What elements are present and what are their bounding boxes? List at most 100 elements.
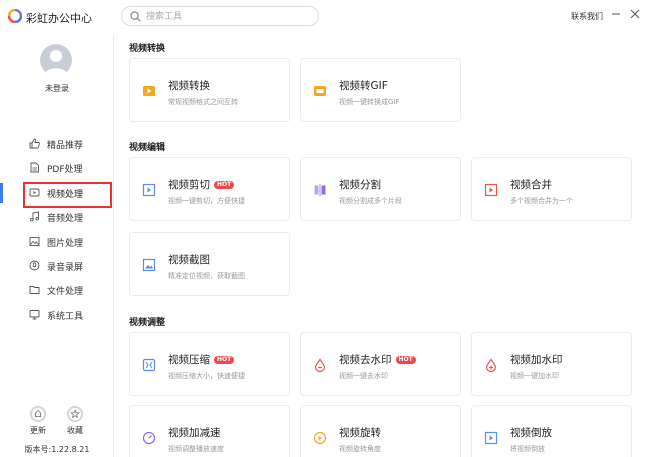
card-desc: 视频旋转角度 — [339, 445, 381, 453]
star-icon — [67, 406, 83, 422]
update-button[interactable]: 更新 — [23, 406, 53, 436]
sidebar-nav: 精品推荐 PDF处理 视频处理 音频处理 图片处理 录音录屏 文件处理 系统工具 — [0, 132, 114, 327]
sidebar-item-label: 图片处理 — [47, 238, 84, 249]
card-desc: 精准定位视频，获取截图 — [168, 272, 245, 280]
favorite-button[interactable]: 收藏 — [60, 406, 90, 436]
rotate-icon — [313, 431, 327, 445]
card-title: 视频去水印 HOT — [339, 352, 416, 367]
sidebar-item-label: 文件处理 — [47, 287, 84, 298]
app-title: 彩虹办公中心 — [26, 12, 92, 25]
gif-icon — [314, 86, 326, 96]
avatar[interactable] — [40, 44, 72, 76]
video-cut-icon — [142, 183, 156, 197]
sidebar-item-label: PDF处理 — [47, 165, 83, 176]
tool-card-video-to-gif[interactable]: 视频转GIF 视频一键转换成GIF — [300, 58, 461, 122]
tool-card-remove-watermark[interactable]: 视频去水印 HOT 视频一键去水印 — [300, 332, 461, 396]
card-title-text: 视频去水印 — [339, 354, 392, 366]
rainbow-logo-icon — [8, 9, 22, 23]
card-title-text: 视频压缩 — [168, 354, 210, 366]
card-desc: 视频一键剪切，方便快捷 — [168, 197, 245, 205]
card-desc: 视频分割成多个片段 — [339, 197, 402, 205]
sidebar-item-system-tools[interactable]: 系统工具 — [0, 303, 114, 327]
sidebar-item-featured[interactable]: 精品推荐 — [0, 132, 114, 156]
section-title: 视频转换 — [129, 44, 166, 54]
card-title: 视频转换 — [168, 80, 210, 92]
card-title: 视频截图 — [168, 254, 210, 266]
hot-badge: HOT — [395, 356, 416, 364]
title-bar: 彩虹办公中心 联系我们 — [0, 0, 650, 34]
tool-card-video-compress[interactable]: 视频压缩 HOT 视频压缩大小，快速便捷 — [129, 332, 290, 396]
tool-card-video-rotate[interactable]: 视频旋转 视频旋转角度 — [300, 405, 461, 457]
card-title: 视频合并 — [510, 179, 552, 191]
update-icon — [30, 406, 46, 422]
card-desc: 视频一键转换成GIF — [339, 98, 400, 106]
card-title: 视频倒放 — [510, 427, 552, 439]
contact-us-link[interactable]: 联系我们 — [571, 11, 603, 22]
card-title-text: 视频剪切 — [168, 179, 210, 191]
tool-card-video-merge[interactable]: 视频合并 多个视频合并为一个 — [471, 157, 632, 221]
search-icon — [130, 11, 141, 22]
version-label: 版本号:1.22.8.21 — [24, 445, 90, 454]
card-title: 视频压缩 HOT — [168, 352, 235, 367]
card-desc: 视频一键加水印 — [510, 372, 559, 380]
image-icon — [29, 236, 40, 246]
sidebar-item-image[interactable]: 图片处理 — [0, 230, 114, 254]
hot-badge: HOT — [214, 181, 235, 189]
sidebar-item-label: 音频处理 — [47, 214, 84, 225]
video-split-icon — [314, 184, 326, 196]
pdf-file-icon — [30, 162, 39, 173]
main-content: 视频转换 视频转换 常规视频格式之间互转 视频转GIF 视频一键转换成GIF 视… — [115, 34, 650, 457]
thumbs-up-icon — [29, 138, 40, 149]
sidebar-tools: 更新 收藏 — [0, 406, 114, 446]
video-reverse-icon — [484, 431, 498, 445]
sidebar: 未登录 精品推荐 PDF处理 视频处理 音频处理 图片处理 录音录屏 文件处理 … — [0, 34, 114, 457]
section-title: 视频调整 — [129, 318, 166, 328]
card-title: 视频旋转 — [339, 427, 381, 439]
tool-card-video-speed[interactable]: 视频加减速 视频调整播放速度 — [129, 405, 290, 457]
hot-badge: HOT — [214, 356, 235, 364]
card-desc: 常规视频格式之间互转 — [168, 98, 238, 106]
record-icon — [29, 260, 40, 271]
update-label: 更新 — [30, 426, 46, 435]
music-note-icon — [30, 211, 40, 222]
search-box[interactable] — [121, 6, 319, 26]
login-status[interactable]: 未登录 — [0, 83, 114, 94]
tool-card-video-cut[interactable]: 视频剪切 HOT 视频一键剪切，方便快捷 — [129, 157, 290, 221]
tool-card-add-watermark[interactable]: 视频加水印 视频一键加水印 — [471, 332, 632, 396]
sidebar-item-audio[interactable]: 音频处理 — [0, 205, 114, 229]
card-desc: 将视频倒放 — [510, 445, 545, 453]
sidebar-item-pdf[interactable]: PDF处理 — [0, 156, 114, 180]
card-desc: 视频调整播放速度 — [168, 445, 224, 453]
card-title: 视频剪切 HOT — [168, 177, 235, 192]
favorite-label: 收藏 — [67, 426, 83, 435]
speedometer-icon — [142, 431, 156, 445]
close-icon[interactable] — [629, 8, 641, 20]
tool-card-video-screenshot[interactable]: 视频截图 精准定位视频，获取截图 — [129, 232, 290, 296]
video-screenshot-icon — [142, 258, 156, 272]
card-title: 视频加减速 — [168, 427, 221, 439]
minimize-icon[interactable] — [610, 8, 622, 20]
sidebar-item-video[interactable]: 视频处理 — [0, 181, 114, 209]
video-convert-icon — [143, 86, 155, 96]
card-desc: 多个视频合并为一个 — [510, 197, 573, 205]
video-merge-icon — [484, 183, 498, 197]
section-title: 视频编辑 — [129, 143, 166, 153]
sidebar-item-label: 精品推荐 — [47, 141, 84, 151]
card-desc: 视频一键去水印 — [339, 372, 388, 380]
search-input[interactable] — [146, 9, 311, 24]
water-drop-icon — [485, 358, 497, 372]
water-drop-icon — [314, 358, 326, 372]
sidebar-item-label: 录音录屏 — [47, 262, 84, 273]
sidebar-item-label: 系统工具 — [47, 311, 84, 322]
user-silhouette-icon — [44, 50, 68, 76]
card-desc: 视频压缩大小，快速便捷 — [168, 372, 245, 380]
sidebar-item-recording[interactable]: 录音录屏 — [0, 254, 114, 278]
card-title: 视频分割 — [339, 179, 381, 191]
tool-card-video-split[interactable]: 视频分割 视频分割成多个片段 — [300, 157, 461, 221]
monitor-icon — [29, 309, 40, 320]
video-icon — [29, 188, 40, 197]
sidebar-item-files[interactable]: 文件处理 — [0, 278, 114, 302]
tool-card-video-reverse[interactable]: 视频倒放 将视频倒放 — [471, 405, 632, 457]
tool-card-video-convert[interactable]: 视频转换 常规视频格式之间互转 — [129, 58, 290, 122]
card-title: 视频加水印 — [510, 354, 563, 366]
